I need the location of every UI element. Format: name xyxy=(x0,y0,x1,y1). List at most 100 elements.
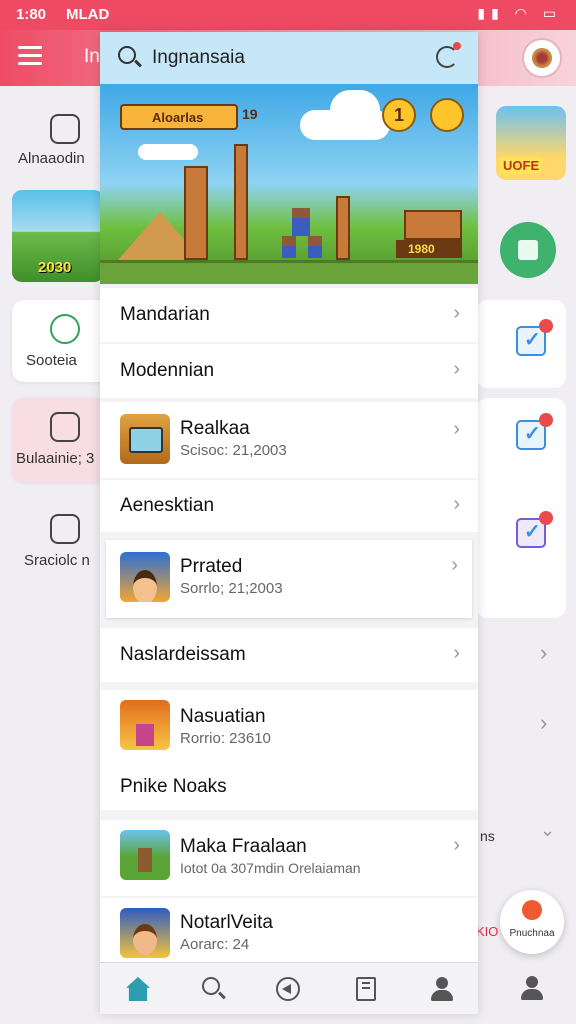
home-outline-icon xyxy=(50,412,80,442)
item-thumbnail xyxy=(120,700,170,750)
enemy-character xyxy=(308,236,322,258)
floating-action-button[interactable]: Pnuchnaa xyxy=(500,890,564,954)
list-item[interactable]: Aenesktian › xyxy=(100,480,478,532)
background-thumb-score: 2030 xyxy=(38,259,72,276)
building-shape xyxy=(404,210,462,240)
list-item[interactable]: Modennian › xyxy=(100,344,478,398)
camera-icon xyxy=(50,514,80,544)
enemy-character xyxy=(282,236,296,258)
status-bar: 1:80 MLAD ▮▮ ◠ ▭ xyxy=(0,0,576,30)
list-item[interactable]: Nasuatian Rorrio: 23610 Pnike Noaks xyxy=(100,690,478,810)
menu-icon[interactable] xyxy=(18,46,42,66)
item-thumbnail xyxy=(120,552,170,602)
list-item-subtitle: Rorrio: 23610 xyxy=(180,730,271,747)
account-icon[interactable] xyxy=(520,976,544,1000)
chat-icon xyxy=(50,314,80,344)
cloud-shape xyxy=(138,144,198,160)
chevron-right-icon: › xyxy=(453,358,460,380)
chevron-right-icon: › xyxy=(453,642,460,664)
notification-badge xyxy=(539,319,553,333)
background-right-thumbnail[interactable]: UOFE xyxy=(496,106,566,180)
list-item[interactable]: Realkaa Scisoc: 21,2003 › xyxy=(100,402,478,478)
pillar-shape xyxy=(234,144,248,260)
list-item-title: Modennian xyxy=(120,360,215,381)
checkbox-icon[interactable] xyxy=(516,511,553,548)
background-red-text: KIO xyxy=(476,924,499,939)
chevron-right-icon: › xyxy=(451,554,458,576)
game-banner[interactable]: Aloarlas 19 1 1980 xyxy=(100,84,478,284)
background-fragment: ns xyxy=(480,828,495,844)
status-time: 1:80 xyxy=(16,6,47,23)
list-item[interactable]: Naslardeissam › xyxy=(100,628,478,682)
coin-value: 1 xyxy=(393,105,404,125)
home-icon[interactable] xyxy=(126,977,150,1001)
list-item-title: Aenesktian xyxy=(120,495,215,516)
list-item-title: Prrated xyxy=(180,556,243,577)
location-icon xyxy=(50,114,80,144)
tower-shape xyxy=(184,166,208,260)
cloud-shape xyxy=(330,90,380,130)
chevron-right-icon[interactable]: › xyxy=(540,640,547,666)
list-item-title: NotarlVeita xyxy=(180,912,273,933)
checkbox-icon[interactable] xyxy=(516,319,553,356)
background-card-label: Sraciolc n xyxy=(24,552,90,569)
search-icon[interactable] xyxy=(202,977,220,995)
search-input[interactable] xyxy=(152,44,422,72)
item-thumbnail xyxy=(120,908,170,958)
list-item-title: Realkaa xyxy=(180,418,250,439)
background-game-thumbnail[interactable]: 2030 xyxy=(12,190,104,282)
list-item-title: Naslardeissam xyxy=(120,644,246,665)
book-icon[interactable] xyxy=(356,977,376,1001)
status-carrier: MLAD xyxy=(66,6,110,23)
coin-icon: 1 xyxy=(382,98,416,132)
ground-shape xyxy=(100,260,478,284)
list-item[interactable]: Mandarian › xyxy=(100,288,478,342)
fab-label: Pnuchnaa xyxy=(509,928,555,939)
list-item[interactable]: Maka Fraalaan Iotot 0a 307mdin Orelaiama… xyxy=(100,820,478,896)
refresh-icon[interactable] xyxy=(436,42,461,68)
list-item-subtitle: Iotot 0a 307mdin Orelaiaman xyxy=(180,860,361,876)
avatar[interactable] xyxy=(522,38,562,78)
notification-badge xyxy=(539,511,553,525)
hud-label: Aloarlas xyxy=(152,110,204,125)
item-thumbnail xyxy=(120,830,170,880)
status-icons: ▮▮ ◠ ▭ xyxy=(477,5,562,21)
bottom-navigation xyxy=(100,962,478,1014)
green-action-button[interactable] xyxy=(500,222,556,278)
banner-hud: Aloarlas xyxy=(120,104,238,130)
banner-score: 1980 xyxy=(408,242,435,256)
item-thumbnail xyxy=(120,414,170,464)
chevron-right-icon[interactable]: › xyxy=(540,710,547,736)
chevron-right-icon: › xyxy=(453,418,460,440)
section-title: Pnike Noaks xyxy=(120,776,227,797)
background-card-label: Bulaainie; 3 xyxy=(16,450,95,467)
shield-icon xyxy=(430,98,464,132)
chevron-down-icon[interactable]: ⌄ xyxy=(540,820,555,841)
checkbox-icon[interactable] xyxy=(516,413,553,450)
list-item-title: Mandarian xyxy=(120,304,210,325)
score-box: 1980 xyxy=(396,240,462,258)
notification-badge xyxy=(539,413,553,427)
list-item-title: Nasuatian xyxy=(180,706,266,727)
compass-icon[interactable] xyxy=(276,977,300,1001)
chevron-right-icon: › xyxy=(453,493,460,515)
list-item[interactable]: NotarlVeita Aorarc: 24 xyxy=(100,898,478,962)
person-icon xyxy=(522,900,542,920)
hud-value: 19 xyxy=(242,106,258,122)
list-item-title: Maka Fraalaan xyxy=(180,836,307,857)
list-item[interactable]: Prrated Sorrlo; 21;2003 › xyxy=(106,540,472,618)
hero-character xyxy=(292,208,310,236)
pillar-shape xyxy=(336,196,350,260)
search-icon xyxy=(118,46,136,64)
search-sheet: Aloarlas 19 1 1980 Mandarian › Modennian… xyxy=(100,32,478,1014)
list-item-subtitle: Scisoc: 21,2003 xyxy=(180,442,287,459)
background-title: In xyxy=(84,46,100,67)
background-card-label: Alnaaodin xyxy=(18,150,85,167)
chevron-right-icon: › xyxy=(453,834,460,856)
list-item-subtitle: Sorrlo; 21;2003 xyxy=(180,580,283,597)
search-bar xyxy=(100,32,478,84)
background-right-thumb-text: UOFE xyxy=(500,157,543,174)
list-item-subtitle: Aorarc: 24 xyxy=(180,936,250,953)
background-card-label: Sooteia xyxy=(26,352,77,369)
profile-icon[interactable] xyxy=(430,977,454,1001)
